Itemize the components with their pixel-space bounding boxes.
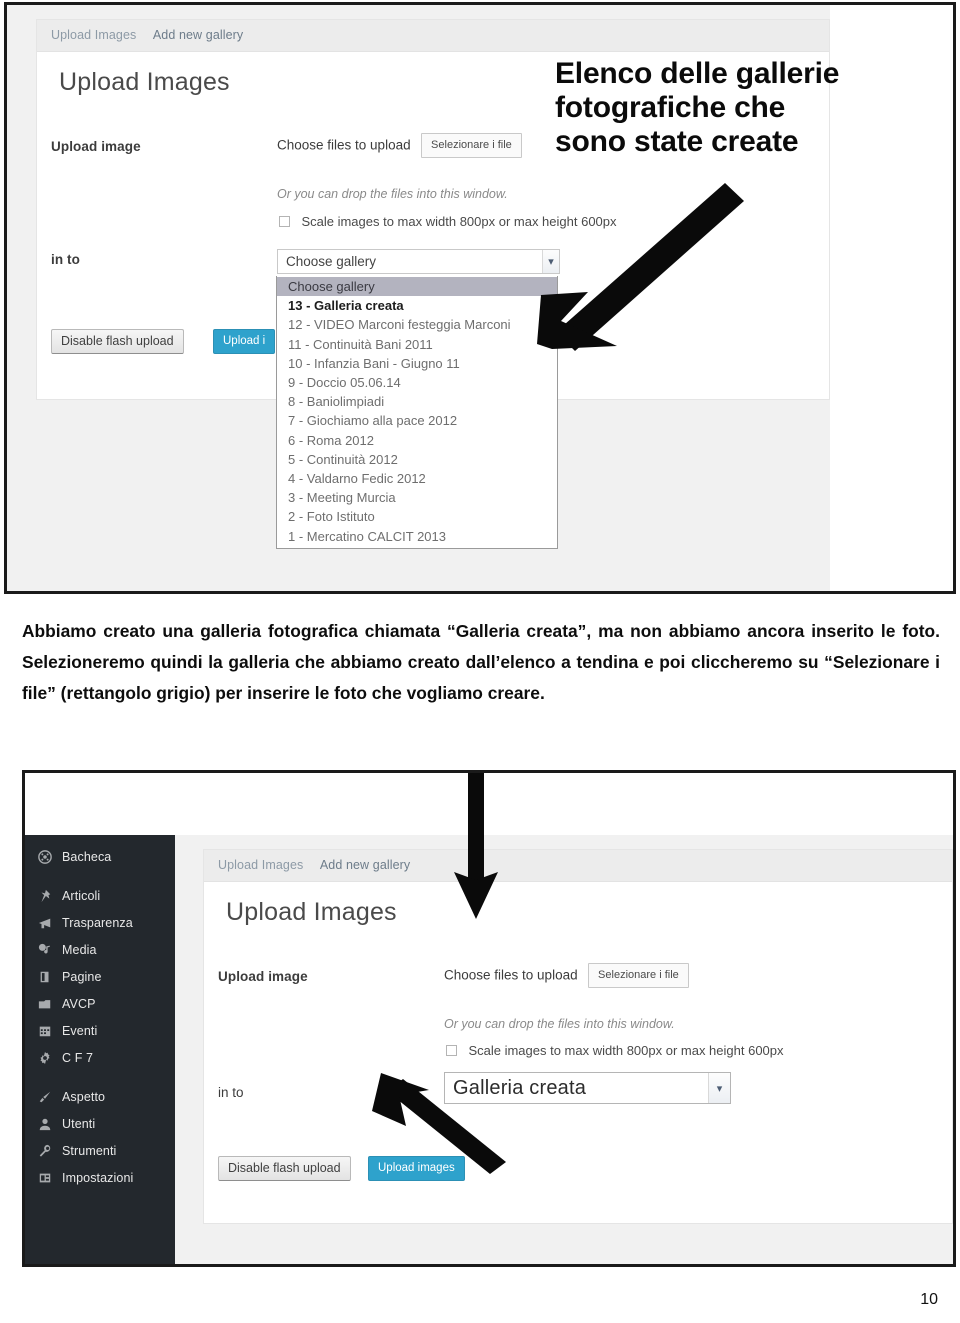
body-paragraph-text: Abbiamo creato una galleria fotografica …	[22, 621, 940, 703]
screenshot-top-gallery-dropdown: Upload Images Add new gallery Upload Ima…	[4, 2, 956, 594]
page-number: 10	[920, 1291, 938, 1308]
screenshot-bottom-select-gallery: ②Cliccare su "Choose files to upload" Ba…	[22, 770, 956, 1267]
body-paragraph: Abbiamo creato una galleria fotografica …	[22, 616, 940, 709]
annotation-arrows-bottom	[372, 773, 506, 1174]
annotation-arrow-top	[537, 183, 744, 351]
